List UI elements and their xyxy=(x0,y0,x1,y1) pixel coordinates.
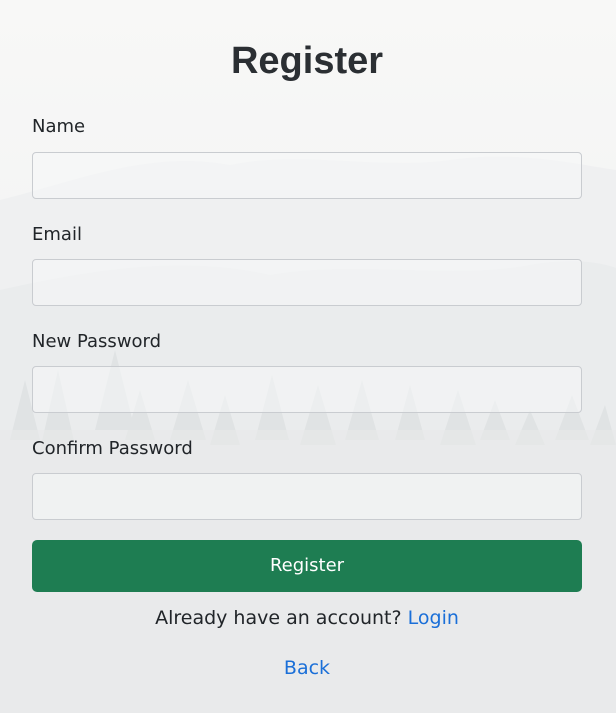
new-password-input[interactable] xyxy=(32,366,582,413)
new-password-field-group: New Password xyxy=(32,330,582,413)
name-input[interactable] xyxy=(32,152,582,199)
login-prompt-line: Already have an account? Login xyxy=(32,605,582,631)
new-password-label: New Password xyxy=(32,331,162,352)
name-label: Name xyxy=(32,116,86,137)
register-button[interactable]: Register xyxy=(32,540,582,592)
email-field-group: Email xyxy=(32,223,582,306)
page-title: Register xyxy=(230,40,384,82)
back-line: Back xyxy=(32,655,582,681)
email-input[interactable] xyxy=(32,259,582,306)
register-form-container: Register Name Email New Password Confirm… xyxy=(32,0,582,681)
email-label: Email xyxy=(32,224,82,245)
back-link[interactable]: Back xyxy=(284,657,330,679)
name-field-group: Name xyxy=(32,115,582,199)
confirm-password-input[interactable] xyxy=(32,473,582,520)
confirm-password-field-group: Confirm Password xyxy=(32,437,582,520)
login-prompt-text: Already have an account? xyxy=(155,607,402,629)
login-link[interactable]: Login xyxy=(408,607,459,629)
confirm-password-label: Confirm Password xyxy=(32,438,193,459)
